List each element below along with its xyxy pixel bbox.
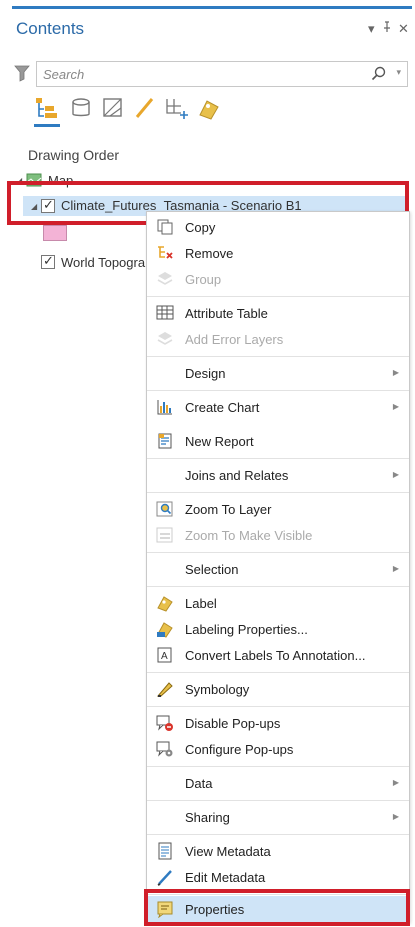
drawing-order-heading: Drawing Order xyxy=(28,147,120,163)
list-by-editing-icon[interactable] xyxy=(132,95,158,121)
submenu-arrow-icon: ▶ xyxy=(392,368,399,377)
search-input[interactable] xyxy=(43,65,343,83)
menu-item-selection[interactable]: Selection ▶ xyxy=(147,556,409,582)
list-by-source-icon[interactable] xyxy=(68,95,94,121)
label-icon xyxy=(157,596,173,612)
auto-hide-pin-icon[interactable] xyxy=(382,21,392,36)
copy-icon xyxy=(157,219,173,235)
menu-item-labeling-properties[interactable]: Labeling Properties... xyxy=(147,616,409,642)
search-row: ▾ xyxy=(14,61,410,87)
menu-divider xyxy=(147,800,409,801)
close-icon[interactable]: ✕ xyxy=(398,21,409,37)
menu-divider xyxy=(147,834,409,835)
svg-text:A: A xyxy=(161,651,168,662)
labeling-properties-icon xyxy=(157,622,173,638)
pane-options-icon[interactable]: ▾ xyxy=(368,21,375,37)
list-by-selection-icon[interactable] xyxy=(100,95,126,121)
menu-divider xyxy=(147,296,409,297)
menu-item-joins-and-relates[interactable]: Joins and Relates ▶ xyxy=(147,462,409,488)
list-by-drawing-order-icon[interactable] xyxy=(34,95,60,127)
submenu-arrow-icon: ▶ xyxy=(392,470,399,479)
menu-item-configure-popups[interactable]: Configure Pop-ups xyxy=(147,736,409,762)
menu-item-convert-labels[interactable]: A Convert Labels To Annotation... xyxy=(147,642,409,668)
menu-item-copy[interactable]: Copy xyxy=(147,214,409,240)
zoom-to-make-visible-icon xyxy=(156,527,173,543)
configure-popups-icon xyxy=(156,741,173,757)
remove-icon xyxy=(158,246,173,259)
menu-item-new-report[interactable]: New Report xyxy=(147,428,409,454)
menu-item-add-error-layers: Add Error Layers xyxy=(147,326,409,352)
menu-divider xyxy=(147,706,409,707)
pane-header: Contents ▾ ✕ xyxy=(16,19,409,45)
menu-divider xyxy=(147,390,409,391)
menu-item-edit-metadata[interactable]: Edit Metadata xyxy=(147,864,409,890)
menu-divider xyxy=(147,552,409,553)
layer-visibility-checkbox[interactable] xyxy=(41,253,55,269)
menu-item-create-chart[interactable]: Create Chart ▶ xyxy=(147,394,409,420)
menu-divider xyxy=(147,672,409,673)
submenu-arrow-icon: ▶ xyxy=(392,778,399,787)
highlight-box-properties xyxy=(144,889,410,926)
tree-item-label: World Topographic Map xyxy=(61,255,151,270)
menu-item-disable-popups[interactable]: Disable Pop-ups xyxy=(147,710,409,736)
menu-item-sharing[interactable]: Sharing ▶ xyxy=(147,804,409,830)
edit-metadata-icon xyxy=(157,870,172,886)
layer-symbol-swatch[interactable] xyxy=(43,225,67,241)
convert-labels-icon: A xyxy=(157,647,172,663)
menu-divider xyxy=(147,586,409,587)
search-icon[interactable] xyxy=(371,66,387,82)
list-by-snapping-icon[interactable] xyxy=(164,95,190,121)
new-report-icon xyxy=(158,433,172,449)
menu-divider xyxy=(147,458,409,459)
menu-item-zoom-to-layer[interactable]: Zoom To Layer xyxy=(147,496,409,522)
context-menu: Copy Remove Group Attribute Table Add Er… xyxy=(146,211,410,923)
pane-title: Contents xyxy=(16,19,85,38)
add-error-layers-icon xyxy=(157,332,173,345)
menu-item-label[interactable]: Label xyxy=(147,590,409,616)
view-tabs xyxy=(34,95,274,127)
menu-divider xyxy=(147,492,409,493)
menu-item-remove[interactable]: Remove xyxy=(147,240,409,266)
menu-item-design[interactable]: Design ▶ xyxy=(147,360,409,386)
search-box[interactable]: ▾ xyxy=(36,61,408,87)
menu-item-zoom-to-make-visible: Zoom To Make Visible xyxy=(147,522,409,548)
view-metadata-icon xyxy=(158,842,172,860)
symbology-icon xyxy=(156,682,173,697)
disable-popups-icon xyxy=(156,715,173,731)
menu-divider xyxy=(147,766,409,767)
list-by-labeling-icon[interactable] xyxy=(196,95,222,121)
tree-item-basemap[interactable]: World Topographic Map xyxy=(41,252,151,274)
menu-item-data[interactable]: Data ▶ xyxy=(147,770,409,796)
menu-item-symbology[interactable]: Symbology xyxy=(147,676,409,702)
submenu-arrow-icon: ▶ xyxy=(392,812,399,821)
attribute-table-icon xyxy=(156,305,174,320)
menu-item-attribute-table[interactable]: Attribute Table xyxy=(147,300,409,326)
create-chart-icon xyxy=(157,400,172,415)
zoom-to-layer-icon xyxy=(156,501,173,517)
menu-item-view-metadata[interactable]: View Metadata xyxy=(147,838,409,864)
chevron-down-icon[interactable]: ▾ xyxy=(396,67,401,78)
submenu-arrow-icon: ▶ xyxy=(392,564,399,573)
menu-item-group: Group xyxy=(147,266,409,292)
filter-icon[interactable] xyxy=(14,64,30,82)
submenu-arrow-icon: ▶ xyxy=(392,402,399,411)
group-icon xyxy=(157,272,173,285)
menu-divider xyxy=(147,356,409,357)
